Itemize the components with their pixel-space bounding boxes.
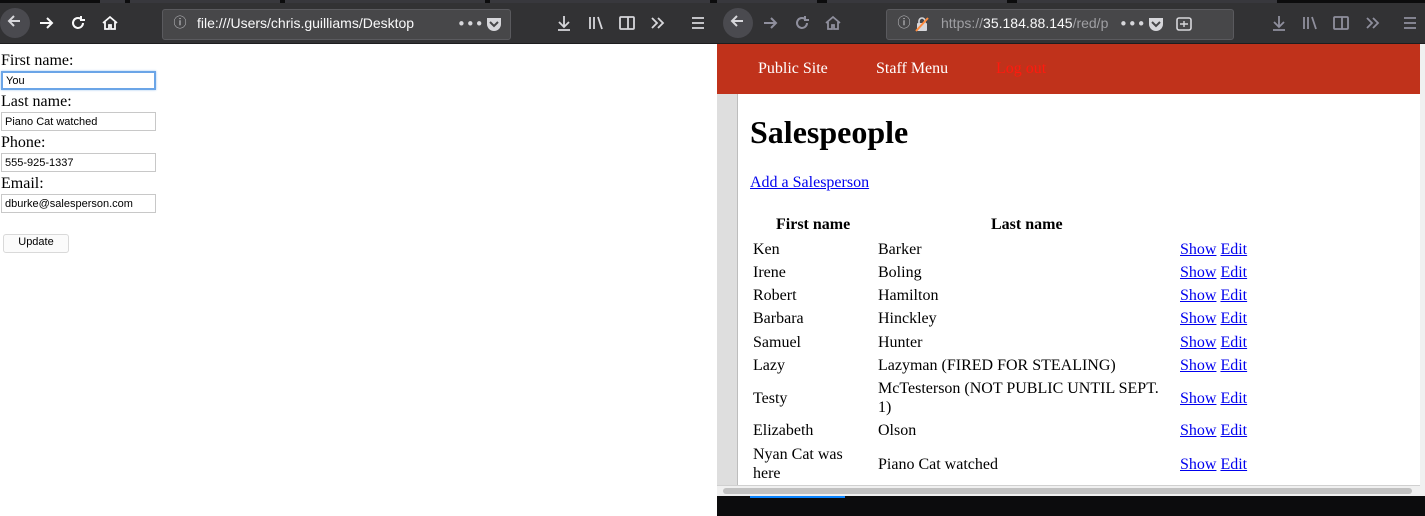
show-link[interactable]: Show — [1180, 287, 1216, 304]
bottom-bar — [717, 496, 1425, 516]
menu-icon[interactable] — [1397, 10, 1423, 36]
edit-link[interactable]: Edit — [1220, 334, 1247, 351]
update-button[interactable]: Update — [3, 234, 69, 253]
email-label: Email: — [1, 175, 44, 192]
horizontal-scrollbar[interactable] — [717, 485, 1420, 496]
main-content: Salespeople Add a Salesperson First name… — [738, 94, 1420, 496]
last-name-cell: Hamilton — [878, 287, 939, 304]
url-bar-right[interactable]: ⓘ https://35.184.88.145/red/p ••• — [886, 9, 1234, 40]
left-browser-window: ⓘ file:///Users/chris.guilliams/Desktop … — [0, 0, 717, 516]
first-name-cell: Robert — [753, 287, 797, 304]
first-name-cell: Nyan Cat was here — [753, 446, 843, 482]
last-name-label: Last name: — [1, 93, 72, 110]
first-name-cell: Samuel — [753, 334, 801, 351]
show-link[interactable]: Show — [1180, 456, 1216, 473]
edit-link[interactable]: Edit — [1220, 287, 1247, 304]
browser-toolbar-right: ⓘ https://35.184.88.145/red/p ••• — [717, 3, 1425, 44]
nav-public-site[interactable]: Public Site — [758, 60, 828, 78]
last-name-input[interactable] — [1, 112, 156, 131]
last-name-cell: Hinckley — [878, 310, 937, 327]
edit-link[interactable]: Edit — [1220, 456, 1247, 473]
download-icon[interactable] — [1266, 10, 1292, 36]
first-name-label: First name: — [1, 52, 74, 69]
column-header-last-name: Last name — [991, 216, 1063, 233]
salespeople-page: Public Site Staff Menu Log out Salespeop… — [717, 44, 1420, 496]
sidebar-icon[interactable] — [1328, 10, 1354, 36]
last-name-cell: Olson — [878, 422, 917, 439]
phone-input[interactable] — [1, 153, 156, 172]
sidebar-icon[interactable] — [614, 10, 640, 36]
home-icon[interactable] — [97, 10, 123, 36]
url-text: file:///Users/chris.guilliams/Desktop — [197, 15, 415, 31]
column-header-first-name: First name — [776, 216, 851, 233]
first-name-cell: Ken — [753, 241, 780, 258]
show-link[interactable]: Show — [1180, 422, 1216, 439]
last-name-cell: Piano Cat watched — [878, 456, 998, 473]
browser-toolbar: ⓘ file:///Users/chris.guilliams/Desktop … — [0, 3, 717, 44]
form-page: First name: Last name: Phone: Email: Upd… — [0, 44, 717, 516]
last-name-cell: Barker — [878, 241, 922, 258]
reload-icon[interactable] — [789, 10, 815, 36]
first-name-cell: Lazy — [753, 357, 785, 374]
email-input[interactable] — [1, 194, 156, 213]
page-actions-icon[interactable]: ••• — [457, 15, 484, 33]
page-actions-icon[interactable]: ••• — [1119, 15, 1146, 33]
last-name-cell: McTesterson (NOT PUBLIC UNTIL SEPT. 1) — [878, 380, 1159, 416]
overflow-chevron-icon[interactable] — [1360, 10, 1386, 36]
library-icon[interactable] — [583, 10, 609, 36]
active-tab-indicator — [750, 496, 845, 498]
library-icon[interactable] — [1297, 10, 1323, 36]
vertical-scrollbar[interactable] — [1420, 44, 1425, 496]
scrollbar-thumb[interactable] — [723, 488, 1412, 494]
show-link[interactable]: Show — [1180, 357, 1216, 374]
info-icon[interactable]: ⓘ — [895, 15, 913, 33]
back-icon[interactable] — [0, 8, 30, 38]
url-bar[interactable]: ⓘ file:///Users/chris.guilliams/Desktop … — [162, 9, 511, 40]
edit-link[interactable]: Edit — [1220, 390, 1247, 407]
home-icon[interactable] — [820, 10, 846, 36]
first-name-cell: Elizabeth — [753, 422, 814, 439]
last-name-cell: Boling — [878, 264, 922, 281]
nav-staff-menu[interactable]: Staff Menu — [876, 60, 948, 78]
forward-icon[interactable] — [757, 10, 783, 36]
download-icon[interactable] — [551, 10, 577, 36]
edit-link[interactable]: Edit — [1220, 357, 1247, 374]
left-sidebar-stripe — [717, 94, 738, 496]
last-name-cell: Lazyman (FIRED FOR STEALING) — [878, 357, 1116, 374]
edit-link[interactable]: Edit — [1220, 422, 1247, 439]
show-link[interactable]: Show — [1180, 264, 1216, 281]
phone-label: Phone: — [1, 134, 46, 151]
first-name-input[interactable] — [1, 71, 156, 90]
show-link[interactable]: Show — [1180, 334, 1216, 351]
first-name-cell: Testy — [753, 390, 788, 407]
insecure-lock-icon[interactable] — [913, 15, 931, 33]
show-link[interactable]: Show — [1180, 241, 1216, 258]
show-link[interactable]: Show — [1180, 310, 1216, 327]
reload-icon[interactable] — [65, 10, 91, 36]
back-icon[interactable] — [723, 8, 753, 38]
first-name-cell: Barbara — [753, 310, 804, 327]
pocket-icon[interactable] — [485, 15, 503, 33]
pocket-icon[interactable] — [1147, 15, 1165, 33]
edit-link[interactable]: Edit — [1220, 310, 1247, 327]
show-link[interactable]: Show — [1180, 390, 1216, 407]
right-browser-window: ⓘ https://35.184.88.145/red/p ••• Public… — [717, 0, 1425, 516]
last-name-cell: Hunter — [878, 334, 923, 351]
menu-icon[interactable] — [685, 10, 711, 36]
overflow-chevron-icon[interactable] — [645, 10, 671, 36]
nav-log-out[interactable]: Log out — [996, 60, 1046, 78]
edit-link[interactable]: Edit — [1220, 241, 1247, 258]
site-nav: Public Site Staff Menu Log out — [717, 44, 1420, 94]
url-text: https://35.184.88.145/red/p — [941, 15, 1109, 31]
info-icon[interactable]: ⓘ — [171, 15, 189, 33]
first-name-cell: Irene — [753, 264, 786, 281]
page-title: Salespeople — [750, 114, 909, 150]
forward-icon[interactable] — [33, 10, 59, 36]
edit-link[interactable]: Edit — [1220, 264, 1247, 281]
reader-view-icon[interactable] — [1175, 15, 1193, 33]
add-salesperson-link[interactable]: Add a Salesperson — [750, 174, 869, 192]
